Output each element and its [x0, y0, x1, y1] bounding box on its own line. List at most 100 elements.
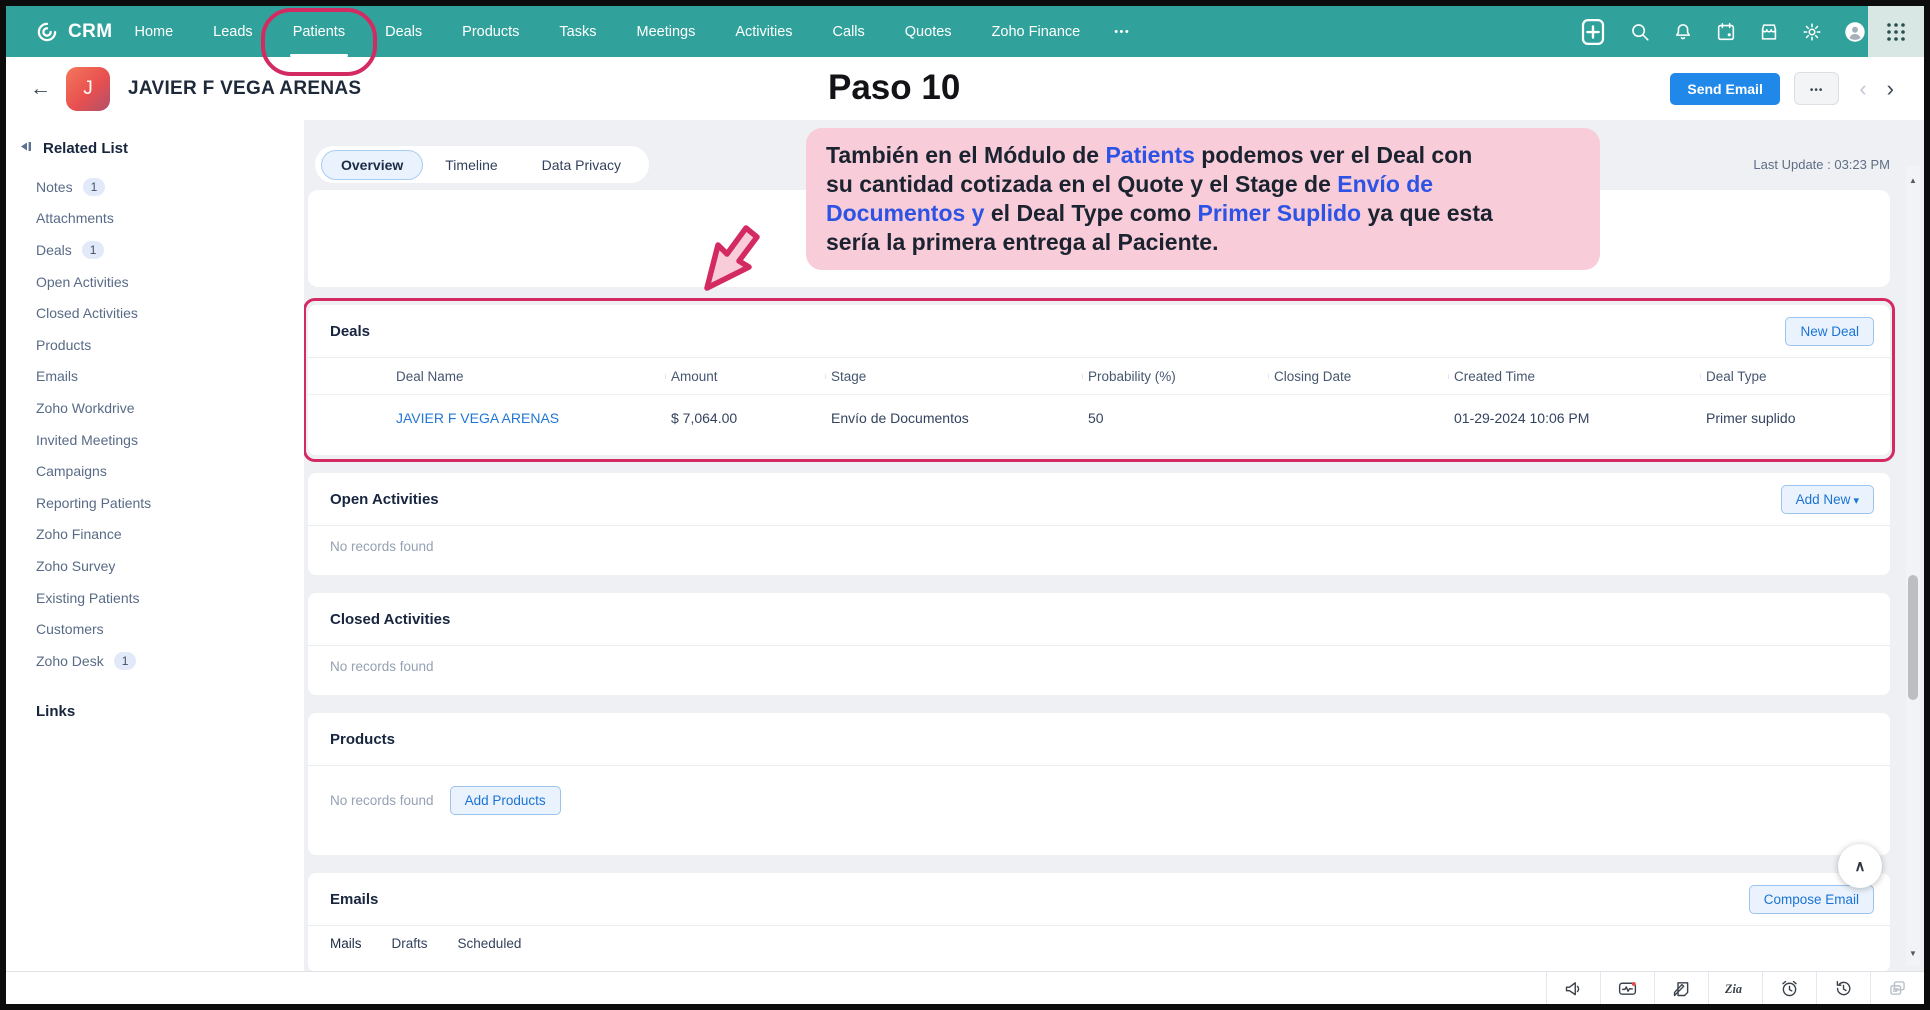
nav-item-deals[interactable]: Deals [385, 6, 422, 57]
sidebar-item-zoho-desk[interactable]: Zoho Desk1 [6, 645, 304, 677]
search-icon[interactable] [1629, 21, 1651, 43]
pulse-icon[interactable] [1600, 972, 1654, 1004]
scrollbar-down-icon[interactable] [1906, 949, 1920, 958]
nav-item-label: Tasks [559, 24, 596, 40]
deals-table-body: JAVIER F VEGA ARENAS$ 7,064.00Envío de D… [308, 395, 1890, 441]
sidebar-item-label: Customers [36, 621, 104, 637]
sidebar-item-customers[interactable]: Customers [6, 613, 304, 645]
sidebar-item-label: Deals [36, 242, 72, 258]
email-tab-mails[interactable]: Mails [330, 936, 362, 951]
megaphone-icon[interactable] [1546, 972, 1600, 1004]
count-badge: 1 [114, 652, 137, 670]
send-email-button[interactable]: Send Email [1670, 73, 1779, 105]
vertical-scrollbar[interactable] [1906, 166, 1920, 966]
nav-item-meetings[interactable]: Meetings [636, 6, 695, 57]
new-deal-button[interactable]: New Deal [1785, 317, 1874, 346]
nav-item-leads[interactable]: Leads [213, 6, 253, 57]
nav-item-quotes[interactable]: Quotes [905, 6, 952, 57]
count-badge: 1 [82, 241, 105, 259]
sidebar-item-products[interactable]: Products [6, 329, 304, 361]
nav-overflow-icon[interactable] [1114, 6, 1130, 57]
content-area: Related List Notes1AttachmentsDeals1Open… [6, 120, 1924, 972]
closed-activities-panel: Closed Activities No records found [308, 593, 1890, 695]
column-header-closing-date: Closing Date [1268, 369, 1448, 384]
compose-email-button[interactable]: Compose Email [1749, 885, 1874, 914]
add-products-button[interactable]: Add Products [450, 786, 561, 815]
nav-item-products[interactable]: Products [462, 6, 519, 57]
add-new-button[interactable]: Add New [1781, 485, 1874, 514]
sidebar-item-attachments[interactable]: Attachments [6, 203, 304, 235]
nav-item-tasks[interactable]: Tasks [559, 6, 596, 57]
crm-logo-icon [34, 19, 60, 45]
prev-record-icon[interactable] [1859, 76, 1866, 102]
record-header: J JAVIER F VEGA ARENAS Send Email [6, 57, 1924, 120]
settings-icon[interactable] [1801, 21, 1823, 43]
sidebar-item-notes[interactable]: Notes1 [6, 171, 304, 203]
calendar-icon[interactable] [1715, 21, 1737, 43]
open-activities-empty: No records found [330, 539, 434, 554]
nav-item-label: Zoho Finance [992, 24, 1081, 40]
brand-label: CRM [68, 21, 112, 43]
sidebar-item-existing-patients[interactable]: Existing Patients [6, 582, 304, 614]
next-record-icon[interactable] [1887, 76, 1894, 102]
related-list-sidebar: Related List Notes1AttachmentsDeals1Open… [6, 120, 304, 972]
count-badge: 1 [83, 178, 106, 196]
deal-name-link[interactable]: JAVIER F VEGA ARENAS [308, 410, 665, 426]
alarm-icon[interactable] [1762, 972, 1816, 1004]
sidebar-item-emails[interactable]: Emails [6, 361, 304, 393]
record-main: OverviewTimelineData Privacy Last Update… [304, 120, 1924, 972]
back-button[interactable] [30, 77, 56, 101]
sidebar-item-deals[interactable]: Deals 1 [6, 234, 304, 266]
nav-item-label: Quotes [905, 24, 952, 40]
avatar-icon[interactable] [1844, 21, 1866, 43]
nav-right-icons [1578, 6, 1866, 57]
column-header-stage: Stage [825, 369, 1082, 384]
nav-item-patients[interactable]: Patients [293, 6, 345, 57]
scroll-to-top-button[interactable] [1838, 844, 1882, 888]
top-navbar: CRM Home Leads Patients Deals Products Tasks M… [6, 6, 1924, 57]
sidebar-item-zoho-finance[interactable]: Zoho Finance [6, 519, 304, 551]
sidebar-item-zoho-survey[interactable]: Zoho Survey [6, 550, 304, 582]
bottom-toolbar: Zia [6, 971, 1924, 1004]
column-header-created-time: Created Time [1448, 369, 1700, 384]
collapse-sidebar-icon[interactable] [20, 140, 34, 157]
products-panel: Products No records found Add Products [308, 713, 1890, 855]
history-icon[interactable] [1816, 972, 1870, 1004]
sidebar-item-closed-activities[interactable]: Closed Activities [6, 297, 304, 329]
marketplace-icon[interactable] [1758, 21, 1780, 43]
nav-item-activities[interactable]: Activities [735, 6, 792, 57]
sidebar-item-label: Closed Activities [36, 305, 138, 321]
sidebar-item-reporting-patients[interactable]: Reporting Patients [6, 487, 304, 519]
tab-data-privacy[interactable]: Data Privacy [520, 150, 643, 180]
note-pen-icon[interactable] [1654, 972, 1708, 1004]
scrollbar-up-icon[interactable] [1906, 176, 1920, 185]
deals-table-header: Deal NameAmountStageProbability (%)Closi… [308, 358, 1890, 395]
email-tab-scheduled[interactable]: Scheduled [458, 936, 522, 951]
nav-item-calls[interactable]: Calls [833, 6, 865, 57]
email-tab-drafts[interactable]: Drafts [392, 936, 428, 951]
tab-overview[interactable]: Overview [321, 150, 423, 180]
notifications-icon[interactable] [1672, 21, 1694, 43]
sidebar-item-label: Zoho Finance [36, 526, 122, 542]
add-icon[interactable] [1578, 17, 1608, 47]
nav-item-label: Activities [735, 24, 792, 40]
nav-items: Home Leads Patients Deals Products Tasks Meeti… [134, 6, 1080, 57]
closed-activities-empty: No records found [330, 659, 434, 674]
more-actions-button[interactable] [1794, 72, 1840, 105]
tab-timeline[interactable]: Timeline [423, 150, 519, 180]
sidebar-item-zoho-workdrive[interactable]: Zoho Workdrive [6, 392, 304, 424]
zoho-crm-window: CRM Home Leads Patients Deals Products Tasks M… [0, 0, 1930, 1010]
record-avatar: J [66, 67, 110, 111]
sidebar-item-campaigns[interactable]: Campaigns [6, 455, 304, 487]
svg-text:Zia: Zia [1724, 981, 1742, 995]
sidebar-item-label: Zoho Workdrive [36, 400, 135, 416]
nav-item-home[interactable]: Home [134, 6, 173, 57]
scrollbar-thumb[interactable] [1908, 575, 1918, 700]
apps-grid-icon[interactable] [1868, 6, 1924, 57]
sidebar-item-open-activities[interactable]: Open Activities [6, 266, 304, 298]
zia-icon[interactable]: Zia [1708, 972, 1762, 1004]
sidebar-item-invited-meetings[interactable]: Invited Meetings [6, 424, 304, 456]
crm-brand[interactable]: CRM [34, 6, 112, 57]
nav-item-zoho-finance[interactable]: Zoho Finance [992, 6, 1081, 57]
column-header-amount: Amount [665, 369, 825, 384]
